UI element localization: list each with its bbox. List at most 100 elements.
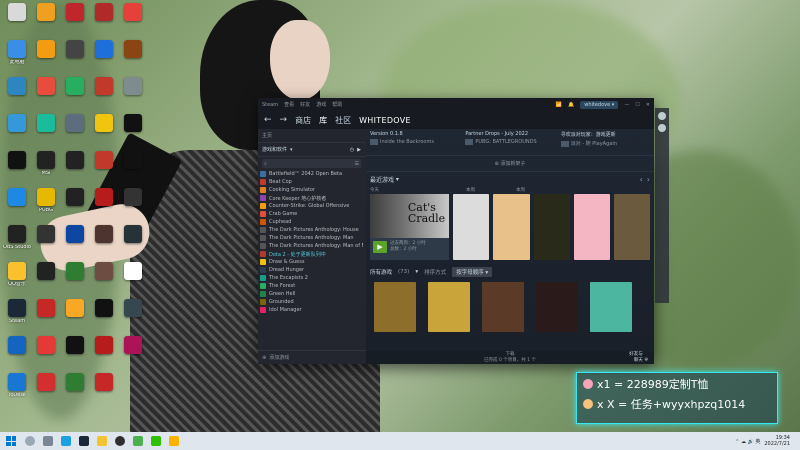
desktop-icon[interactable] — [118, 225, 148, 245]
desktop-icon[interactable] — [60, 262, 90, 282]
friends-chat-button[interactable]: 好友与 聊天 ⊕ — [629, 352, 648, 363]
desktop-icon[interactable] — [60, 114, 90, 134]
menu-games[interactable]: 游戏 — [316, 101, 326, 108]
desktop-icon[interactable] — [60, 299, 90, 319]
sidebar-filter[interactable]: 游戏和软件 ▾ ◷ ▶ — [258, 142, 365, 157]
desktop-icon[interactable] — [118, 114, 148, 134]
game-capsule[interactable] — [482, 282, 524, 332]
desktop-icon[interactable] — [2, 188, 32, 208]
clock-icon[interactable]: ◷ — [350, 147, 354, 153]
windows-start-icon[interactable] — [6, 436, 16, 446]
desktop-icon[interactable] — [118, 151, 148, 171]
desktop-icon[interactable] — [89, 3, 119, 23]
steam-titlebar[interactable]: Steam 查看 好友 游戏 帮助 📶 🔔 whitedove ▾ — ☐ ✕ — [258, 98, 654, 111]
tab-store[interactable]: 商店 — [295, 115, 311, 126]
sort-dropdown[interactable]: 按字母顺序 ▾ — [452, 267, 493, 277]
chevron-down-icon[interactable]: ▾ — [394, 176, 399, 183]
close-icon[interactable]: ✕ — [646, 102, 650, 108]
desktop-icon[interactable] — [118, 77, 148, 97]
steam-taskbar-icon[interactable] — [79, 436, 89, 446]
game-list-item[interactable]: The Dark Pictures Anthology: House — [260, 226, 363, 234]
news-item[interactable]: 寻欢派对玩家：游戏更新 派对 - 随 PlayAgain — [560, 131, 650, 153]
page-left-icon[interactable]: ‹ — [640, 175, 643, 184]
add-shelf-button[interactable]: ⊕ 添加新架子 — [366, 155, 654, 172]
desktop-icon[interactable] — [89, 151, 119, 171]
featured-game-card[interactable]: Cat's Cradle ▶ 过去两周：2 小时 总数：2 小时 — [370, 194, 450, 260]
desktop-icon[interactable] — [118, 40, 148, 60]
game-capsule[interactable] — [533, 194, 570, 260]
menu-help[interactable]: 帮助 — [332, 101, 342, 108]
chevron-down-icon[interactable]: ▾ — [415, 269, 418, 275]
desktop-icon[interactable] — [60, 40, 90, 60]
desktop-icon[interactable] — [31, 3, 61, 23]
desktop-icon[interactable]: OBS Studio — [2, 225, 32, 251]
game-capsule[interactable] — [493, 194, 530, 260]
sidebar-home[interactable]: 主页 — [258, 129, 365, 142]
game-list-item[interactable]: Draw & Guess — [260, 258, 363, 266]
desktop-icon[interactable] — [89, 225, 119, 245]
game-list-item[interactable]: Beat Cop — [260, 178, 363, 186]
desktop-icon[interactable] — [31, 225, 61, 245]
game-capsule[interactable] — [573, 194, 610, 260]
desktop-icon[interactable] — [31, 114, 61, 134]
desktop-icon[interactable] — [118, 299, 148, 319]
tab-community[interactable]: 社区 — [335, 115, 351, 126]
desktop-icon[interactable] — [89, 373, 119, 393]
desktop-icon[interactable] — [2, 3, 32, 23]
desktop-icon[interactable] — [31, 262, 61, 282]
desktop-icon[interactable]: 此电脑 — [2, 40, 32, 66]
desktop-icon[interactable] — [60, 373, 90, 393]
search-icon[interactable] — [25, 436, 35, 446]
game-list-item[interactable]: Crab Game — [260, 210, 363, 218]
play-button[interactable]: ▶ — [373, 241, 387, 253]
minimize-icon[interactable]: — — [624, 102, 629, 108]
dock-circle-icon[interactable] — [658, 124, 666, 132]
filter-icon[interactable]: ☰ — [355, 161, 359, 167]
desktop-icon[interactable] — [89, 336, 119, 356]
task-view-icon[interactable] — [43, 436, 53, 446]
download-status[interactable]: 下载 已完成 0 个项目，共 1 个 — [484, 352, 536, 364]
game-list-item[interactable]: The Escapists 2 — [260, 274, 363, 282]
desktop-icon[interactable] — [31, 40, 61, 60]
desktop-icon[interactable] — [60, 336, 90, 356]
desktop-icon[interactable] — [118, 188, 148, 208]
menu-view[interactable]: 查看 — [284, 101, 294, 108]
desktop-icon[interactable] — [60, 77, 90, 97]
tab-library[interactable]: 库 — [319, 115, 327, 126]
game-list-item[interactable]: Counter-Strike: Global Offensive — [260, 202, 363, 210]
desktop-icon[interactable] — [31, 336, 61, 356]
desktop-icon[interactable]: ToDesk — [2, 373, 32, 399]
news-item[interactable]: Partner Drops - July 2022 PUBG: BATTLEGRO… — [465, 131, 554, 153]
desktop-icon[interactable] — [118, 336, 148, 356]
game-capsule[interactable] — [536, 282, 578, 332]
game-list-item[interactable]: Cooking Simulator — [260, 186, 363, 194]
obs-icon[interactable] — [115, 436, 125, 446]
tab-profile[interactable]: WHITEDOVE — [359, 116, 411, 125]
desktop-icon[interactable] — [118, 3, 148, 23]
settings-gear-icon[interactable] — [658, 112, 666, 120]
game-list-item[interactable]: Dread Hunger — [260, 266, 363, 274]
desktop-icon[interactable] — [89, 77, 119, 97]
desktop-icon[interactable] — [2, 77, 32, 97]
recent-games-label[interactable]: 最近游戏 — [370, 175, 394, 184]
desktop-icon[interactable] — [31, 77, 61, 97]
forward-arrow-icon[interactable]: → — [280, 115, 288, 125]
desktop-icon[interactable]: MSI — [31, 151, 61, 177]
game-capsule[interactable] — [613, 194, 650, 260]
game-list-item[interactable]: Green Hell — [260, 290, 363, 298]
desktop-icon[interactable] — [118, 262, 148, 282]
game-list-item[interactable]: Dota 2 - 处于更新队列中 — [260, 250, 363, 258]
game-list-item[interactable]: Grounded — [260, 298, 363, 306]
explorer-icon[interactable] — [97, 436, 107, 446]
wechat-icon[interactable] — [151, 436, 161, 446]
desktop-icon[interactable] — [89, 188, 119, 208]
desktop-icon[interactable]: PUBG — [31, 188, 61, 214]
desktop-icon[interactable] — [60, 225, 90, 245]
play-filter-icon[interactable]: ▶ — [357, 147, 361, 153]
steam-window[interactable]: Steam 查看 好友 游戏 帮助 📶 🔔 whitedove ▾ — ☐ ✕ … — [258, 98, 654, 364]
back-arrow-icon[interactable]: ← — [264, 115, 272, 125]
game-capsule[interactable] — [374, 282, 416, 332]
system-tray[interactable]: ⌃ ☁ 🔊 英 — [735, 438, 760, 445]
desktop-icon[interactable] — [2, 114, 32, 134]
desktop-icon[interactable] — [2, 151, 32, 171]
